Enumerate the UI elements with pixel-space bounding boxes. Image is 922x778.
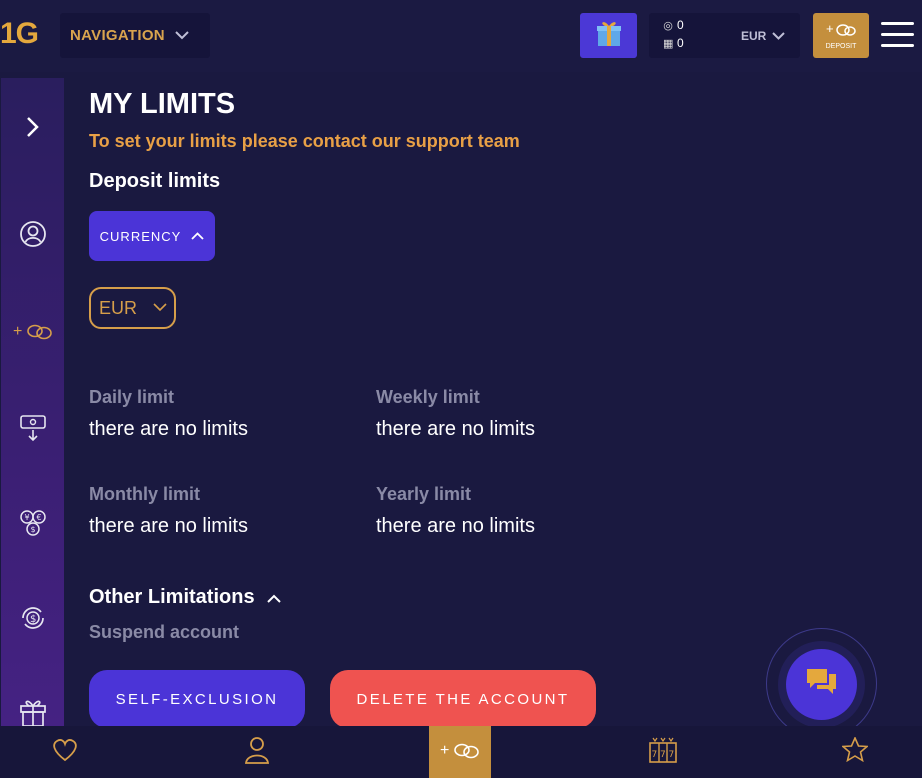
delete-account-label: DELETE THE ACCOUNT (356, 690, 570, 708)
gift-icon (596, 19, 622, 52)
svg-text:+: + (440, 742, 449, 759)
slots-tab[interactable]: 7 7 7 (633, 726, 693, 778)
heart-icon (52, 738, 78, 767)
self-exclusion-label: SELF-EXCLUSION (115, 690, 279, 708)
chevron-down-icon (175, 27, 189, 45)
chevron-down-icon (772, 27, 786, 45)
balance-row: ◎ 0 (663, 18, 684, 32)
site-logo[interactable]: 1G (0, 17, 39, 51)
deposit-coins-icon: + (440, 739, 480, 766)
top-header: 1G NAVIGATION ◎ 0 ▦ 0 EUR + DEPOSIT (0, 0, 922, 72)
balance-panel[interactable]: ◎ 0 ▦ 0 EUR (649, 13, 800, 58)
favorites-tab[interactable] (35, 726, 95, 778)
page-title: MY LIMITS (89, 88, 236, 120)
navigation-dropdown[interactable]: NAVIGATION (60, 13, 210, 58)
starred-tab[interactable] (825, 726, 885, 778)
support-chat-button[interactable] (786, 649, 857, 720)
currency-toggle-button[interactable]: CURRENCY (89, 211, 215, 261)
currency-select[interactable]: EUR (89, 287, 176, 329)
bottom-navigation: + 7 7 7 (0, 726, 922, 778)
chevron-up-icon (191, 227, 204, 245)
deposit-tab[interactable]: + (429, 726, 491, 778)
monthly-limit-label: Monthly limit (89, 484, 200, 504)
svg-text:+: + (826, 21, 834, 36)
withdraw-icon[interactable] (1, 414, 64, 442)
navigation-label: NAVIGATION (70, 27, 165, 44)
svg-text:+: + (13, 323, 22, 340)
balance-value: 0 (677, 18, 684, 32)
bonus-row: ▦ 0 (663, 36, 684, 50)
deposit-button[interactable]: + DEPOSIT (813, 13, 869, 58)
currency-select-value: EUR (99, 297, 138, 318)
currency-exchange-icon[interactable]: ¥ € $ (1, 509, 64, 539)
star-icon (840, 736, 870, 767)
yearly-limit-value: there are no limits (376, 515, 535, 537)
deposit-coins-icon[interactable]: + (1, 320, 64, 342)
svg-text:€: € (36, 513, 41, 522)
bonus-value: 0 (677, 36, 684, 50)
weekly-limit-label: Weekly limit (376, 387, 480, 407)
chevron-up-icon (266, 586, 281, 609)
left-sidebar: + ¥ € $ $ (1, 78, 64, 726)
daily-limit-value: there are no limits (89, 418, 248, 440)
chevron-down-icon (153, 299, 167, 317)
chevron-right-icon[interactable] (1, 116, 64, 138)
user-icon (244, 736, 270, 769)
slots-icon: 7 7 7 (649, 737, 677, 768)
suspend-account-label: Suspend account (89, 622, 240, 642)
menu-hamburger-icon[interactable] (881, 22, 914, 48)
monthly-limit-value: there are no limits (89, 515, 248, 537)
svg-text:¥: ¥ (24, 513, 29, 522)
svg-text:$: $ (30, 525, 35, 534)
other-limitations-toggle[interactable]: Other Limitations (89, 586, 281, 609)
currency-code: EUR (741, 29, 767, 43)
currency-toggle-label: CURRENCY (99, 228, 182, 244)
other-limitations-heading: Other Limitations (89, 586, 255, 608)
chat-icon (805, 666, 839, 703)
svg-text:$: $ (30, 614, 36, 625)
delete-account-button[interactable]: DELETE THE ACCOUNT (330, 670, 596, 728)
small-gift-icon: ▦ (663, 37, 674, 50)
yearly-limit-label: Yearly limit (376, 484, 472, 504)
deposit-limits-heading: Deposit limits (89, 170, 221, 192)
gift-button[interactable] (580, 13, 637, 58)
bonus-cycle-icon[interactable]: $ (1, 604, 64, 632)
self-exclusion-button[interactable]: SELF-EXCLUSION (89, 670, 305, 728)
daily-limit-label: Daily limit (89, 387, 175, 407)
deposit-label: DEPOSIT (825, 43, 857, 50)
support-notice: To set your limits please contact our su… (89, 131, 520, 151)
coin-icon: ◎ (663, 19, 673, 32)
svg-text:7: 7 (669, 750, 675, 760)
gift-icon[interactable] (1, 696, 64, 726)
account-tab[interactable] (227, 726, 287, 778)
deposit-coins-icon: + (826, 21, 856, 42)
svg-text:7: 7 (660, 750, 666, 760)
currency-dropdown[interactable]: EUR (741, 27, 786, 45)
svg-text:7: 7 (652, 750, 658, 760)
weekly-limit-value: there are no limits (376, 418, 535, 440)
profile-icon[interactable] (1, 220, 64, 248)
